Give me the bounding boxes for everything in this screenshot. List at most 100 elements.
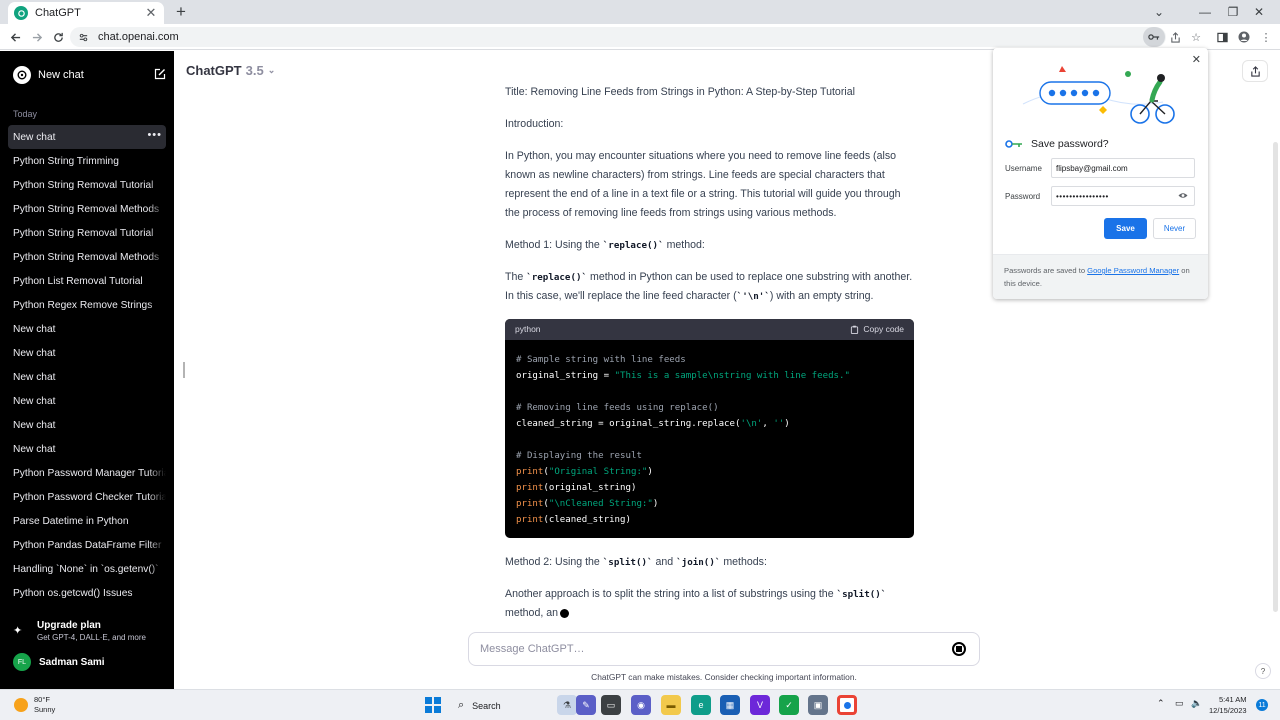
copy-code-button[interactable]: Copy code [850, 320, 904, 339]
clipboard-icon [851, 325, 859, 334]
browser-tab[interactable]: ChatGPT ✕ [8, 2, 164, 24]
search-icon: ⌕ [458, 699, 465, 711]
eye-icon[interactable] [1176, 191, 1190, 201]
history-item-label: New chat [13, 347, 56, 359]
history-item[interactable]: Python Pandas DataFrame Filter [8, 533, 166, 557]
inline-code: `join()` [676, 557, 721, 568]
username-field[interactable]: flipsbay@gmail.com [1051, 158, 1195, 178]
history-item[interactable]: Python List Removal Tutorial [8, 269, 166, 293]
weather-widget[interactable]: 80°F Sunny [14, 695, 55, 715]
weather-temp: 80°F [34, 695, 50, 704]
close-icon[interactable]: ✕ [1192, 53, 1201, 66]
history-item[interactable]: Python String Removal Methods [8, 197, 166, 221]
compose-edit-icon[interactable] [154, 68, 168, 82]
password-key-icon[interactable] [1143, 27, 1165, 47]
sparkle-icon: ✦ [13, 625, 23, 637]
history-item[interactable]: Handling `None` in `os.getenv()` [8, 557, 166, 581]
history-item[interactable]: New chat [8, 317, 166, 341]
history-item[interactable]: Python String Removal Methods [8, 245, 166, 269]
save-password-button[interactable]: Save [1104, 218, 1147, 239]
inline-code: `split()` [836, 589, 887, 600]
new-chat-button[interactable]: New chat [6, 63, 168, 87]
history-item[interactable]: Python Password Manager Tutorial [8, 461, 166, 485]
spreadsheet-app-icon[interactable]: ✓ [779, 695, 799, 715]
method1-heading: Method 1: Using the `replace()` method: [505, 239, 705, 251]
password-label: Password [1005, 191, 1041, 201]
forward-arrow-icon[interactable] [28, 28, 46, 46]
history-item[interactable]: Python Regex Remove Strings [8, 293, 166, 317]
browser-menu-icon[interactable]: ⋮ [1258, 29, 1274, 45]
history-item[interactable]: New chat [8, 365, 166, 389]
profile-icon[interactable] [1236, 29, 1252, 45]
history-item[interactable]: Python Password Checker Tutorial [8, 485, 166, 509]
history-item[interactable]: New chat [8, 437, 166, 461]
inline-code: `replace()` [526, 272, 588, 283]
reload-icon[interactable] [49, 28, 67, 46]
volume-icon[interactable]: 🔈 [1191, 698, 1202, 709]
message-input[interactable]: Message ChatGPT… [468, 632, 980, 666]
windows-start-icon[interactable] [425, 697, 441, 713]
teams-chat-icon[interactable]: ◉ [631, 695, 651, 715]
history-item[interactable]: New chat ••• [8, 125, 166, 149]
tab-close-icon[interactable]: ✕ [144, 5, 158, 21]
history-item[interactable]: Parse Datetime in Python [8, 509, 166, 533]
username-value: flipsbay@gmail.com [1056, 163, 1128, 173]
share-icon[interactable] [1167, 29, 1183, 45]
more-options-icon[interactable]: ••• [147, 129, 162, 141]
history-item[interactable]: New chat [8, 341, 166, 365]
upgrade-title: Upgrade plan [37, 620, 101, 631]
password-row: Password •••••••••••••••• [1005, 186, 1199, 206]
file-explorer-icon[interactable]: ▬ [661, 695, 681, 715]
help-button[interactable]: ? [1255, 663, 1271, 679]
page-scrollbar[interactable] [1273, 142, 1278, 612]
notification-badge[interactable]: 11 [1256, 699, 1268, 711]
copy-code-label: Copy code [863, 324, 904, 334]
taskbar-search[interactable]: ⌕ Search [453, 695, 561, 716]
image-app-icon[interactable]: ▣ [808, 695, 828, 715]
share-chat-button[interactable] [1242, 60, 1268, 82]
site-info-icon[interactable] [76, 30, 90, 44]
username-row: Username flipsbay@gmail.com [1005, 158, 1199, 178]
user-menu-button[interactable]: FL Sadman Sami [13, 653, 105, 671]
app-icon[interactable]: ✎ [576, 695, 596, 715]
model-selector[interactable]: ChatGPT 3.5 ⌄ [186, 63, 275, 78]
sidebar-resize-handle[interactable] [183, 362, 185, 378]
save-password-dialog: ✕ Save password? Username flipsbay@gmail… [993, 48, 1208, 299]
address-bar[interactable]: chat.openai.com [70, 27, 1166, 47]
store-icon[interactable]: ▦ [720, 695, 740, 715]
password-manager-link[interactable]: Google Password Manager [1087, 266, 1179, 275]
disclaimer-text: ChatGPT can make mistakes. Consider chec… [591, 672, 857, 682]
sidebar: New chat Today New chat ••• Python String… [0, 51, 174, 689]
bookmark-star-icon[interactable]: ☆ [1188, 29, 1204, 45]
chrome-browser-icon[interactable] [837, 695, 857, 715]
tab-search-button[interactable]: ⌄ [1136, 0, 1182, 24]
never-save-button[interactable]: Never [1153, 218, 1196, 239]
history-item[interactable]: Python String Removal Tutorial [8, 221, 166, 245]
history-item-label: New chat [13, 443, 56, 455]
save-password-header: Save password? [1005, 138, 1109, 150]
history-item[interactable]: New chat [8, 389, 166, 413]
chatgpt-favicon-icon [14, 6, 28, 20]
widget-app-icon[interactable]: ⚗ [557, 695, 577, 715]
edge-browser-icon[interactable]: e [691, 695, 711, 715]
show-hidden-icons-chevron-icon[interactable]: ⌃ [1157, 698, 1165, 709]
password-field[interactable]: •••••••••••••••• [1051, 186, 1195, 206]
back-arrow-icon[interactable] [6, 28, 24, 46]
method2-paragraph: Another approach is to split the string … [505, 588, 887, 619]
history-item[interactable]: Python String Trimming [8, 149, 166, 173]
network-icon[interactable]: ▭ [1175, 698, 1184, 709]
history-item-label: Python Regex Remove Strings [13, 299, 153, 311]
system-clock[interactable]: 5:41 AM 12/15/2023 [1209, 694, 1247, 716]
history-item[interactable]: Python os.getcwd() Issues [8, 581, 166, 605]
task-view-icon[interactable]: ▭ [601, 695, 621, 715]
vpn-app-icon[interactable]: V [750, 695, 770, 715]
history-item[interactable]: New chat [8, 413, 166, 437]
side-panel-icon[interactable] [1214, 29, 1230, 45]
stop-generating-button[interactable] [952, 642, 966, 656]
history-item[interactable]: Python String Removal Tutorial [8, 173, 166, 197]
new-tab-button[interactable]: + [172, 2, 190, 22]
upgrade-plan-button[interactable]: ✦ Upgrade plan Get GPT-4, DALL·E, and mo… [13, 620, 146, 642]
save-password-title: Save password? [1031, 138, 1109, 150]
close-window-button[interactable]: ✕ [1236, 0, 1280, 24]
intro-heading: Introduction: [505, 118, 564, 130]
